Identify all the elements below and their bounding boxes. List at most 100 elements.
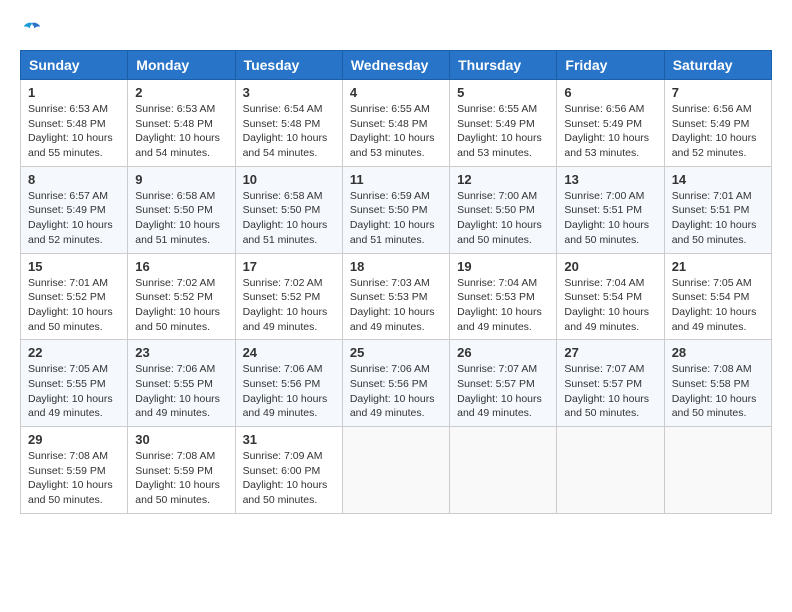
day-number: 9	[135, 172, 227, 187]
day-content: Sunrise: 7:05 AM Sunset: 5:55 PM Dayligh…	[28, 362, 120, 421]
day-number: 7	[672, 85, 764, 100]
calendar-cell: 26 Sunrise: 7:07 AM Sunset: 5:57 PM Dayli…	[450, 340, 557, 427]
day-number: 13	[564, 172, 656, 187]
calendar-week-2: 15 Sunrise: 7:01 AM Sunset: 5:52 PM Dayli…	[21, 253, 772, 340]
day-content: Sunrise: 7:02 AM Sunset: 5:52 PM Dayligh…	[135, 276, 227, 335]
calendar-cell: 20Sunrise: 7:04 AM Sunset: 5:54 PM Dayli…	[557, 253, 664, 340]
day-content: Sunrise: 7:07 AM Sunset: 5:57 PM Dayligh…	[457, 362, 549, 421]
calendar-cell: 19 Sunrise: 7:04 AM Sunset: 5:53 PM Dayli…	[450, 253, 557, 340]
calendar-cell: 1 Sunrise: 6:53 AM Sunset: 5:48 PM Daylig…	[21, 80, 128, 167]
day-content: Sunrise: 6:57 AM Sunset: 5:49 PM Dayligh…	[28, 189, 120, 248]
logo-bird-icon	[22, 20, 42, 40]
calendar-cell: 11 Sunrise: 6:59 AM Sunset: 5:50 PM Dayli…	[342, 166, 449, 253]
calendar-cell: 31Sunrise: 7:09 AM Sunset: 6:00 PM Dayli…	[235, 427, 342, 514]
day-content: Sunrise: 6:56 AM Sunset: 5:49 PM Dayligh…	[564, 102, 656, 161]
day-content: Sunrise: 7:06 AM Sunset: 5:56 PM Dayligh…	[243, 362, 335, 421]
day-number: 6	[564, 85, 656, 100]
day-content: Sunrise: 7:00 AM Sunset: 5:50 PM Dayligh…	[457, 189, 549, 248]
calendar-header-row: SundayMondayTuesdayWednesdayThursdayFrid…	[21, 51, 772, 80]
logo-text	[20, 20, 42, 40]
day-content: Sunrise: 6:55 AM Sunset: 5:49 PM Dayligh…	[457, 102, 549, 161]
calendar-cell: 17 Sunrise: 7:02 AM Sunset: 5:52 PM Dayli…	[235, 253, 342, 340]
day-content: Sunrise: 7:08 AM Sunset: 5:59 PM Dayligh…	[28, 449, 120, 508]
day-number: 16	[135, 259, 227, 274]
day-content: Sunrise: 6:59 AM Sunset: 5:50 PM Dayligh…	[350, 189, 442, 248]
day-number: 12	[457, 172, 549, 187]
day-number: 19	[457, 259, 549, 274]
calendar-week-4: 29Sunrise: 7:08 AM Sunset: 5:59 PM Dayli…	[21, 427, 772, 514]
calendar-cell: 25Sunrise: 7:06 AM Sunset: 5:56 PM Dayli…	[342, 340, 449, 427]
day-number: 23	[135, 345, 227, 360]
calendar-cell: 9 Sunrise: 6:58 AM Sunset: 5:50 PM Daylig…	[128, 166, 235, 253]
day-content: Sunrise: 6:55 AM Sunset: 5:48 PM Dayligh…	[350, 102, 442, 161]
day-content: Sunrise: 7:09 AM Sunset: 6:00 PM Dayligh…	[243, 449, 335, 508]
day-number: 10	[243, 172, 335, 187]
calendar-cell: 29Sunrise: 7:08 AM Sunset: 5:59 PM Dayli…	[21, 427, 128, 514]
day-content: Sunrise: 7:07 AM Sunset: 5:57 PM Dayligh…	[564, 362, 656, 421]
day-content: Sunrise: 6:58 AM Sunset: 5:50 PM Dayligh…	[135, 189, 227, 248]
day-content: Sunrise: 7:01 AM Sunset: 5:51 PM Dayligh…	[672, 189, 764, 248]
day-number: 4	[350, 85, 442, 100]
day-number: 14	[672, 172, 764, 187]
day-number: 11	[350, 172, 442, 187]
day-number: 18	[350, 259, 442, 274]
day-content: Sunrise: 7:04 AM Sunset: 5:53 PM Dayligh…	[457, 276, 549, 335]
calendar-header-wednesday: Wednesday	[342, 51, 449, 80]
day-content: Sunrise: 7:08 AM Sunset: 5:59 PM Dayligh…	[135, 449, 227, 508]
day-content: Sunrise: 6:53 AM Sunset: 5:48 PM Dayligh…	[28, 102, 120, 161]
calendar-cell: 3 Sunrise: 6:54 AM Sunset: 5:48 PM Daylig…	[235, 80, 342, 167]
day-content: Sunrise: 7:05 AM Sunset: 5:54 PM Dayligh…	[672, 276, 764, 335]
calendar-header-thursday: Thursday	[450, 51, 557, 80]
day-content: Sunrise: 7:03 AM Sunset: 5:53 PM Dayligh…	[350, 276, 442, 335]
calendar-cell: 18 Sunrise: 7:03 AM Sunset: 5:53 PM Dayli…	[342, 253, 449, 340]
day-number: 2	[135, 85, 227, 100]
calendar-cell: 13 Sunrise: 7:00 AM Sunset: 5:51 PM Dayli…	[557, 166, 664, 253]
calendar-cell: 27Sunrise: 7:07 AM Sunset: 5:57 PM Dayli…	[557, 340, 664, 427]
calendar-cell: 16 Sunrise: 7:02 AM Sunset: 5:52 PM Dayli…	[128, 253, 235, 340]
calendar-cell: 6 Sunrise: 6:56 AM Sunset: 5:49 PM Daylig…	[557, 80, 664, 167]
calendar-cell	[557, 427, 664, 514]
day-number: 30	[135, 432, 227, 447]
calendar-header-saturday: Saturday	[664, 51, 771, 80]
day-content: Sunrise: 6:58 AM Sunset: 5:50 PM Dayligh…	[243, 189, 335, 248]
calendar-cell: 8Sunrise: 6:57 AM Sunset: 5:49 PM Daylig…	[21, 166, 128, 253]
calendar-cell	[342, 427, 449, 514]
calendar-cell: 7Sunrise: 6:56 AM Sunset: 5:49 PM Daylig…	[664, 80, 771, 167]
day-number: 21	[672, 259, 764, 274]
calendar-cell: 28 Sunrise: 7:08 AM Sunset: 5:58 PM Dayli…	[664, 340, 771, 427]
calendar-week-3: 22 Sunrise: 7:05 AM Sunset: 5:55 PM Dayli…	[21, 340, 772, 427]
day-content: Sunrise: 7:08 AM Sunset: 5:58 PM Dayligh…	[672, 362, 764, 421]
calendar-cell	[664, 427, 771, 514]
calendar-cell: 4 Sunrise: 6:55 AM Sunset: 5:48 PM Daylig…	[342, 80, 449, 167]
day-content: Sunrise: 6:53 AM Sunset: 5:48 PM Dayligh…	[135, 102, 227, 161]
day-content: Sunrise: 7:00 AM Sunset: 5:51 PM Dayligh…	[564, 189, 656, 248]
day-number: 1	[28, 85, 120, 100]
page-header	[20, 20, 772, 40]
calendar-cell: 10 Sunrise: 6:58 AM Sunset: 5:50 PM Dayli…	[235, 166, 342, 253]
calendar-cell	[450, 427, 557, 514]
calendar-week-1: 8Sunrise: 6:57 AM Sunset: 5:49 PM Daylig…	[21, 166, 772, 253]
calendar-cell: 23Sunrise: 7:06 AM Sunset: 5:55 PM Dayli…	[128, 340, 235, 427]
calendar-header-monday: Monday	[128, 51, 235, 80]
day-number: 17	[243, 259, 335, 274]
day-number: 15	[28, 259, 120, 274]
day-content: Sunrise: 7:01 AM Sunset: 5:52 PM Dayligh…	[28, 276, 120, 335]
day-number: 28	[672, 345, 764, 360]
calendar-cell: 5 Sunrise: 6:55 AM Sunset: 5:49 PM Daylig…	[450, 80, 557, 167]
day-content: Sunrise: 7:06 AM Sunset: 5:56 PM Dayligh…	[350, 362, 442, 421]
calendar-header-tuesday: Tuesday	[235, 51, 342, 80]
calendar-cell: 21 Sunrise: 7:05 AM Sunset: 5:54 PM Dayli…	[664, 253, 771, 340]
calendar-cell: 2 Sunrise: 6:53 AM Sunset: 5:48 PM Daylig…	[128, 80, 235, 167]
calendar-cell: 22 Sunrise: 7:05 AM Sunset: 5:55 PM Dayli…	[21, 340, 128, 427]
day-number: 26	[457, 345, 549, 360]
day-number: 20	[564, 259, 656, 274]
day-content: Sunrise: 7:02 AM Sunset: 5:52 PM Dayligh…	[243, 276, 335, 335]
day-number: 5	[457, 85, 549, 100]
day-number: 3	[243, 85, 335, 100]
day-content: Sunrise: 6:54 AM Sunset: 5:48 PM Dayligh…	[243, 102, 335, 161]
calendar-cell: 14 Sunrise: 7:01 AM Sunset: 5:51 PM Dayli…	[664, 166, 771, 253]
day-number: 22	[28, 345, 120, 360]
calendar-week-0: 1 Sunrise: 6:53 AM Sunset: 5:48 PM Daylig…	[21, 80, 772, 167]
calendar-header-friday: Friday	[557, 51, 664, 80]
calendar-header-sunday: Sunday	[21, 51, 128, 80]
